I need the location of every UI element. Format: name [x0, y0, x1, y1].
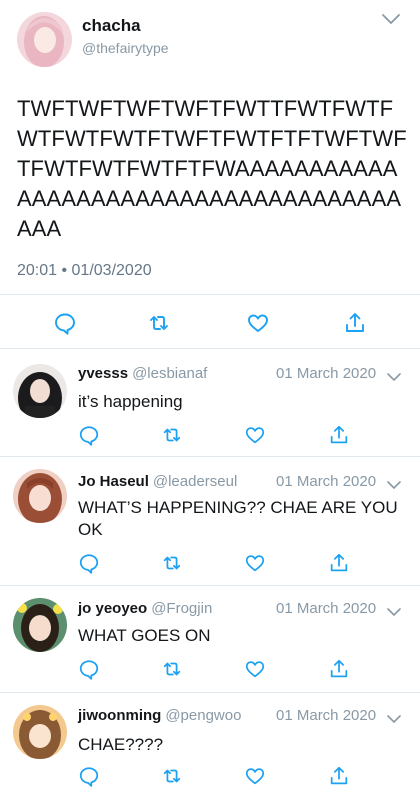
reply-text: WHAT GOES ON — [78, 626, 211, 645]
reply-tweet[interactable]: jo yeoyeo @Frogjin 01 March 2020 WHAT GOE… — [0, 586, 420, 693]
retweet-icon[interactable] — [161, 552, 183, 574]
reply-text: WHAT’S HAPPENING?? CHAE ARE YOU OK — [78, 498, 398, 539]
reply-avatar[interactable] — [13, 469, 67, 523]
like-icon[interactable] — [246, 311, 270, 335]
chevron-down-icon[interactable] — [387, 711, 401, 724]
reply-tweet[interactable]: yvesss @lesbianaf 01 March 2020 it’s happ… — [0, 349, 420, 456]
share-icon[interactable] — [328, 658, 350, 680]
reply-date[interactable]: 01 March 2020 — [276, 473, 376, 490]
reply-avatar[interactable] — [13, 705, 67, 759]
share-icon[interactable] — [328, 552, 350, 574]
tweet-text: TWFTWFTWFTWFTFWTTFWTFWTFWTFWTFWTFTWFTFWT… — [17, 96, 407, 241]
retweet-icon[interactable] — [161, 765, 183, 787]
reply-text: it’s happening — [78, 392, 183, 411]
reply-icon[interactable] — [78, 552, 100, 574]
reply-author-name[interactable]: Jo Haseul — [78, 473, 149, 490]
chevron-down-icon[interactable] — [381, 12, 401, 26]
divider — [0, 294, 420, 295]
reply-author-name[interactable]: jiwoonming — [78, 707, 161, 724]
share-icon[interactable] — [328, 424, 350, 446]
retweet-icon[interactable] — [147, 311, 171, 335]
reply-text: CHAE???? — [78, 735, 164, 754]
reply-author-handle[interactable]: @lesbianaf — [132, 365, 207, 382]
reply-tweet[interactable]: Jo Haseul @leaderseul 01 March 2020 WHAT’… — [0, 457, 420, 585]
reply-author-name[interactable]: jo yeoyeo — [78, 600, 147, 617]
reply-author-handle[interactable]: @leaderseul — [153, 473, 237, 490]
reply-date[interactable]: 01 March 2020 — [276, 707, 376, 724]
reply-tweet[interactable]: jiwoonming @pengwoo 01 March 2020 CHAE???… — [0, 693, 420, 800]
tweet-timestamp[interactable]: 20:01 • 01/03/2020 — [17, 262, 152, 280]
reply-author-name[interactable]: yvesss — [78, 365, 128, 382]
chevron-down-icon[interactable] — [387, 477, 401, 490]
reply-icon[interactable] — [53, 311, 77, 335]
retweet-icon[interactable] — [161, 658, 183, 680]
author-avatar[interactable] — [17, 12, 72, 67]
like-icon[interactable] — [244, 424, 266, 446]
reply-author-handle[interactable]: @Frogjin — [151, 600, 212, 617]
retweet-icon[interactable] — [161, 424, 183, 446]
like-icon[interactable] — [244, 658, 266, 680]
reply-icon[interactable] — [78, 765, 100, 787]
reply-avatar[interactable] — [13, 598, 67, 652]
reply-date[interactable]: 01 March 2020 — [276, 600, 376, 617]
reply-icon[interactable] — [78, 424, 100, 446]
chevron-down-icon[interactable] — [387, 369, 401, 382]
like-icon[interactable] — [244, 765, 266, 787]
author-name[interactable]: chacha — [82, 16, 141, 36]
reply-date[interactable]: 01 March 2020 — [276, 365, 376, 382]
main-tweet: chacha @thefairytype TWFTWFTWFTWFTFWTTFW… — [0, 0, 420, 349]
share-icon[interactable] — [343, 311, 367, 335]
reply-icon[interactable] — [78, 658, 100, 680]
like-icon[interactable] — [244, 552, 266, 574]
share-icon[interactable] — [328, 765, 350, 787]
reply-avatar[interactable] — [13, 364, 67, 418]
chevron-down-icon[interactable] — [387, 604, 401, 617]
reply-author-handle[interactable]: @pengwoo — [165, 707, 241, 724]
author-handle[interactable]: @thefairytype — [82, 40, 169, 56]
